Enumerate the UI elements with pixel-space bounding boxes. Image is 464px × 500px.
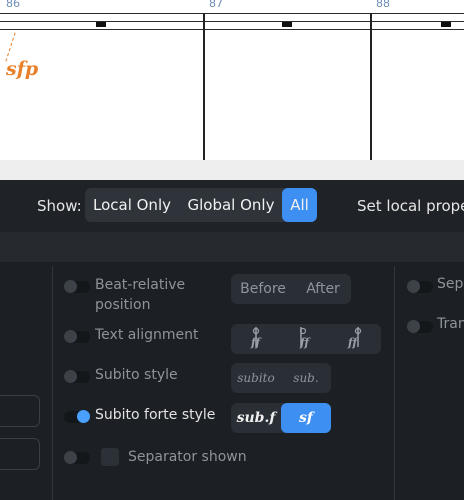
beat-relative-control: Before After xyxy=(231,274,351,304)
subito-forte-style-toggle[interactable] xyxy=(64,410,90,423)
sub-abbrev-button[interactable]: sub. xyxy=(283,363,329,393)
align-center-icon[interactable]: ff xyxy=(286,324,326,354)
input-field[interactable] xyxy=(0,395,40,427)
barline xyxy=(203,13,205,160)
subito-style-control: subito sub. xyxy=(231,363,331,393)
right-toggle[interactable] xyxy=(407,320,433,333)
subito-forte-style-control: sub.f sf xyxy=(231,403,331,433)
local-only-button[interactable]: Local Only xyxy=(85,188,179,222)
staff-line xyxy=(0,21,464,22)
column-divider xyxy=(52,266,53,500)
right-item-label: Tran xyxy=(437,316,464,332)
beat-relative-toggle[interactable] xyxy=(64,280,90,293)
staff-line xyxy=(0,29,464,30)
show-filter-bar: Show: Local Only Global Only All Set loc… xyxy=(0,180,464,232)
toggle-knob xyxy=(77,410,90,423)
toggle-knob xyxy=(64,451,77,464)
right-item-label: Sepa xyxy=(437,276,464,292)
dynamic-marking[interactable]: sfp xyxy=(6,58,38,80)
separator-shown-toggle[interactable] xyxy=(64,451,90,464)
measure-number: 88 xyxy=(376,0,390,10)
toggle-knob xyxy=(64,370,77,383)
toggle-knob xyxy=(407,280,420,293)
text-alignment-label: Text alignment xyxy=(95,327,199,343)
subito-forte-style-label: Subito forte style xyxy=(95,407,216,423)
whole-rest[interactable] xyxy=(96,22,106,27)
align-right-icon[interactable]: ff xyxy=(335,324,375,354)
score-view[interactable]: 86 87 88 sfp xyxy=(0,0,464,160)
properties-subheader xyxy=(0,232,464,262)
column-divider xyxy=(394,266,395,500)
beat-relative-line1: Beat-relative xyxy=(95,277,186,293)
text-alignment-toggle[interactable] xyxy=(64,330,90,343)
svg-text:ff: ff xyxy=(299,336,311,349)
before-button[interactable]: Before xyxy=(231,274,295,304)
measure-number: 86 xyxy=(6,0,20,10)
align-left-icon[interactable]: ff xyxy=(239,324,279,354)
svg-text:ff: ff xyxy=(347,336,359,349)
set-local-properties-button[interactable]: Set local prope xyxy=(357,197,464,215)
beat-relative-line2: position xyxy=(95,297,151,313)
all-button[interactable]: All xyxy=(282,188,317,222)
subito-style-label: Subito style xyxy=(95,367,178,383)
after-button[interactable]: After xyxy=(295,274,351,304)
toggle-knob xyxy=(64,280,77,293)
input-field[interactable] xyxy=(0,438,40,470)
toggle-knob xyxy=(407,320,420,333)
text-alignment-control: ff ff ff xyxy=(231,324,381,354)
sub-f-button[interactable]: sub.f xyxy=(231,403,281,433)
whole-rest[interactable] xyxy=(441,22,451,27)
separator-shown-checkbox[interactable] xyxy=(101,448,119,466)
separator-shown-label: Separator shown xyxy=(128,449,247,465)
subito-style-toggle[interactable] xyxy=(64,370,90,383)
staff-line xyxy=(0,13,464,14)
measure-number: 87 xyxy=(209,0,223,10)
toggle-knob xyxy=(64,330,77,343)
beat-relative-label: Beat-relative position xyxy=(95,275,185,315)
global-only-button[interactable]: Global Only xyxy=(181,188,281,222)
show-label: Show: xyxy=(37,197,82,215)
right-toggle[interactable] xyxy=(407,280,433,293)
sf-button[interactable]: sf xyxy=(281,403,331,433)
barline xyxy=(370,13,372,160)
show-segmented-control: Local Only Global Only All xyxy=(85,188,317,222)
svg-text:ff: ff xyxy=(250,336,262,349)
whole-rest[interactable] xyxy=(282,22,292,27)
subito-button[interactable]: subito xyxy=(231,363,281,393)
score-gap xyxy=(0,160,464,180)
